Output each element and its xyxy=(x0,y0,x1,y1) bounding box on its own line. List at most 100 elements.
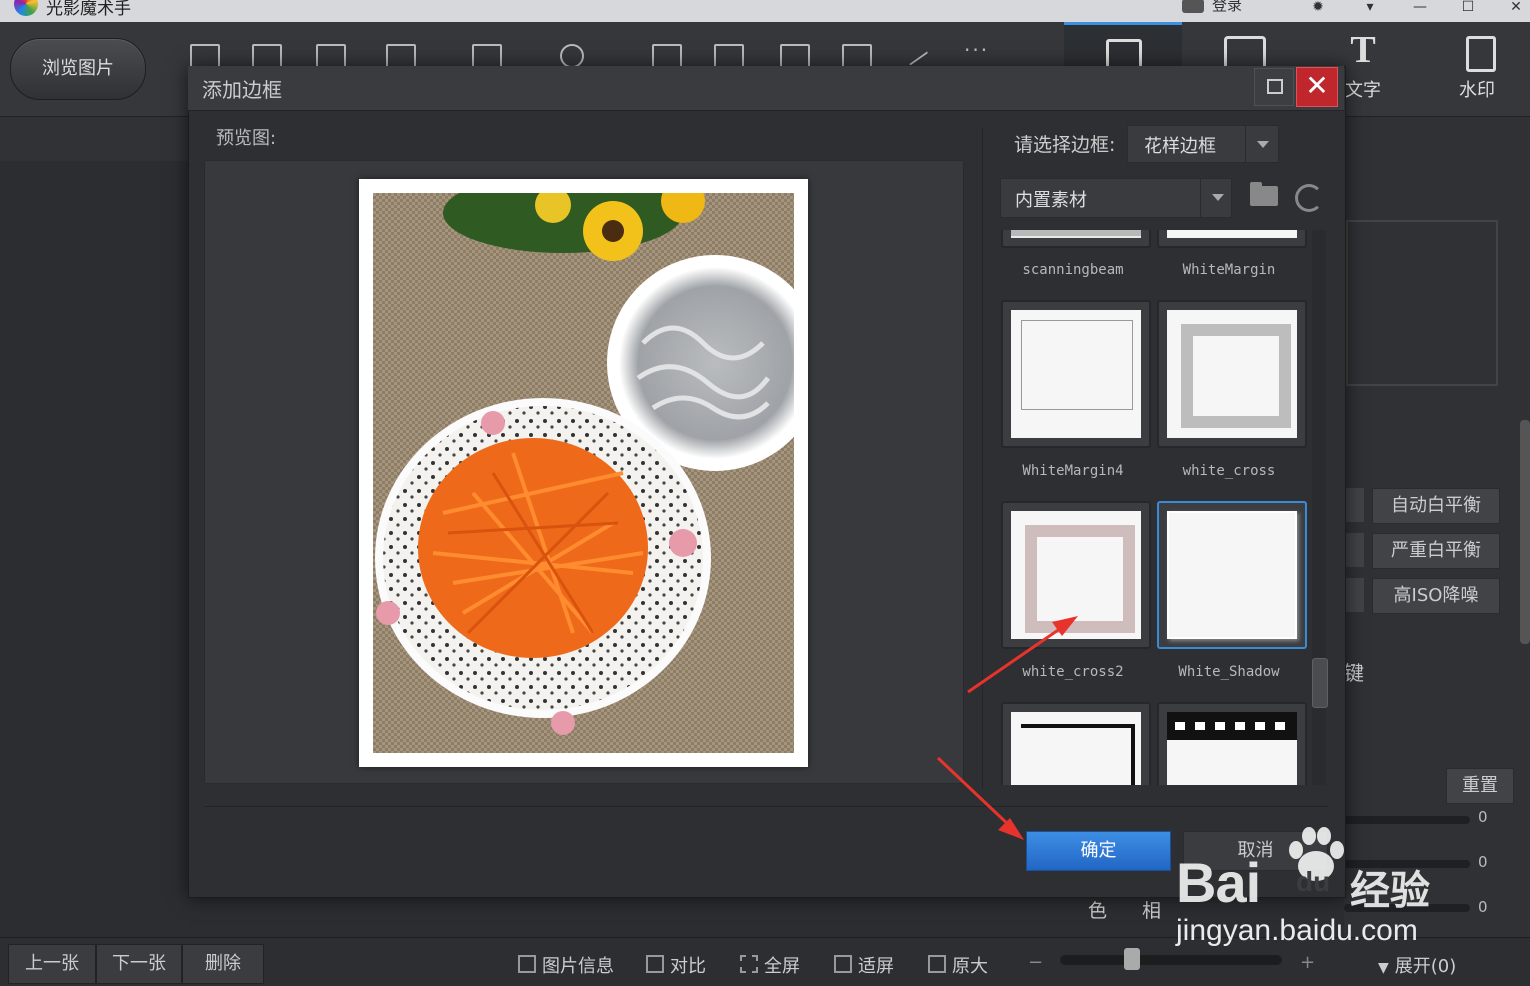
login-button[interactable]: 登录 xyxy=(1182,0,1242,15)
skin-icon[interactable]: ✹ xyxy=(1296,0,1340,20)
minimize-icon[interactable]: — xyxy=(1398,0,1442,20)
save-as-icon[interactable] xyxy=(316,44,346,68)
rotate-icon[interactable] xyxy=(560,44,584,68)
high-iso-denoise-button[interactable]: 高ISO降噪 xyxy=(1372,578,1500,614)
slider-track[interactable] xyxy=(1344,816,1470,824)
thumbnail-label: white_cross2 xyxy=(1022,664,1124,680)
border-thumbnail[interactable] xyxy=(1001,230,1151,248)
refresh-icon[interactable] xyxy=(1295,184,1323,212)
open-image-icon[interactable] xyxy=(190,44,220,68)
material-source-value: 内置素材 xyxy=(1015,190,1087,211)
zoom-slider-track[interactable] xyxy=(1060,955,1282,965)
border-thumbnail-list: scanningbeam WhiteMargin WhiteMargin4 wh… xyxy=(998,230,1328,785)
triangle-down-icon: ▼ xyxy=(1378,960,1389,976)
chevron-down-icon xyxy=(1245,126,1278,162)
thumbnail-label: WhiteMargin4 xyxy=(1022,463,1124,479)
border-thumbnail[interactable] xyxy=(1157,300,1307,448)
dialog-close-button[interactable]: ✕ xyxy=(1296,67,1338,107)
border-thumbnail-selected[interactable] xyxy=(1157,501,1307,649)
zoom-out-button[interactable]: − xyxy=(1028,952,1043,973)
compare-label: 对比 xyxy=(670,956,706,977)
border-thumbnail[interactable] xyxy=(1001,702,1151,785)
auto-white-balance-button[interactable]: 自动白平衡 xyxy=(1372,488,1500,524)
fullscreen-label: 全屏 xyxy=(764,956,800,977)
menu-dropdown-icon[interactable]: ▾ xyxy=(1348,0,1392,20)
user-avatar-icon xyxy=(1182,0,1204,13)
zoom-slider-handle[interactable] xyxy=(1124,948,1140,970)
hue-label: 相 xyxy=(1142,900,1162,922)
strong-white-balance-button[interactable]: 严重白平衡 xyxy=(1372,533,1500,569)
next-image-button[interactable]: 下一张 xyxy=(96,944,182,984)
tab-watermark-label: 水印 xyxy=(1459,80,1495,101)
maximize-icon[interactable]: ☐ xyxy=(1446,0,1490,20)
fit-screen-icon xyxy=(834,955,852,973)
zoom-in-button[interactable]: + xyxy=(1300,952,1315,973)
fullscreen-button[interactable]: 全屏 xyxy=(740,952,800,978)
window-close-icon[interactable]: ✕ xyxy=(1494,0,1530,20)
reset-button[interactable]: 重置 xyxy=(1446,768,1514,804)
fit-screen-button[interactable]: 适屏 xyxy=(834,952,894,978)
material-source-select[interactable]: 内置素材 xyxy=(1000,178,1232,218)
slider-value: 0 xyxy=(1478,898,1488,916)
fit-screen-label: 适屏 xyxy=(858,956,894,977)
original-size-label: 原大 xyxy=(952,956,988,977)
save-icon[interactable] xyxy=(252,44,282,68)
border-type-select[interactable]: 花样边框 xyxy=(1127,125,1279,163)
panel-scrollbar[interactable] xyxy=(1520,420,1530,644)
dialog-title-bar[interactable] xyxy=(188,66,1344,111)
dialog-maximize-icon[interactable] xyxy=(1254,68,1294,106)
collage-icon[interactable] xyxy=(780,44,810,68)
border-thumbnail[interactable] xyxy=(1001,501,1151,649)
watermark-url: jingyan.baidu.com xyxy=(1176,914,1418,947)
fullscreen-icon xyxy=(740,955,758,973)
border-thumbnail[interactable] xyxy=(1001,300,1151,448)
image-info-button[interactable]: 图片信息 xyxy=(518,952,614,978)
watermark-brand-du: du xyxy=(1296,866,1331,897)
dialog-divider xyxy=(982,128,983,788)
preview-photo xyxy=(373,193,794,753)
title-bar: 光影魔术手 登录 ✹ ▾ — ☐ ✕ xyxy=(0,0,1530,22)
folder-icon[interactable] xyxy=(1250,182,1278,206)
frame-icon[interactable] xyxy=(714,44,744,68)
border-icon[interactable] xyxy=(652,44,682,68)
panel-button-edge xyxy=(1346,488,1364,522)
browse-images-button[interactable]: 浏览图片 xyxy=(10,38,146,100)
watermark-brand: Bai xyxy=(1176,851,1261,914)
image-info-label: 图片信息 xyxy=(542,956,614,977)
preview-label: 预览图: xyxy=(216,128,277,149)
app-title: 光影魔术手 xyxy=(46,0,131,19)
delete-button[interactable]: 删除 xyxy=(182,944,264,984)
thumbnail-scrollbar-thumb[interactable] xyxy=(1312,658,1328,708)
hue-label: 色 xyxy=(1088,900,1108,922)
histogram-frame xyxy=(1346,220,1498,386)
watermark-suffix: 经验 xyxy=(1350,868,1430,914)
compare-button[interactable]: 对比 xyxy=(646,952,706,978)
more-tools-icon[interactable]: ··· xyxy=(964,38,989,62)
border-thumbnail[interactable] xyxy=(1157,230,1307,248)
border-type-value: 花样边框 xyxy=(1144,136,1216,157)
resize-icon[interactable] xyxy=(386,44,416,68)
login-label: 登录 xyxy=(1212,0,1243,14)
thumbnail-label: White_Shadow xyxy=(1178,664,1280,680)
tab-watermark[interactable]: 水印 xyxy=(1424,22,1530,116)
expand-filmstrip-button[interactable]: ▼ 展开(0) xyxy=(1378,952,1456,978)
border-select-label: 请选择边框: xyxy=(1014,134,1116,156)
app-logo-icon xyxy=(14,0,38,16)
crop-icon[interactable] xyxy=(472,44,502,68)
thumbnail-label: white_cross xyxy=(1182,463,1276,479)
original-size-icon xyxy=(928,955,946,973)
panel-button-edge xyxy=(1346,578,1364,612)
panel-button-edge xyxy=(1346,533,1364,567)
original-size-button[interactable]: 原大 xyxy=(928,952,988,978)
previous-image-button[interactable]: 上一张 xyxy=(8,944,96,984)
dialog-footer-divider xyxy=(204,806,1328,807)
food-photo-image xyxy=(373,193,794,753)
thumbnail-label: WhiteMargin xyxy=(1182,262,1276,278)
expand-label: 展开(0) xyxy=(1394,956,1457,977)
border-thumbnail[interactable] xyxy=(1157,702,1307,785)
dialog-title: 添加边框 xyxy=(202,78,282,102)
print-icon[interactable] xyxy=(842,44,872,68)
slider-value: 0 xyxy=(1478,808,1488,826)
confirm-button[interactable]: 确定 xyxy=(1026,831,1171,871)
chevron-down-icon xyxy=(1200,179,1231,217)
